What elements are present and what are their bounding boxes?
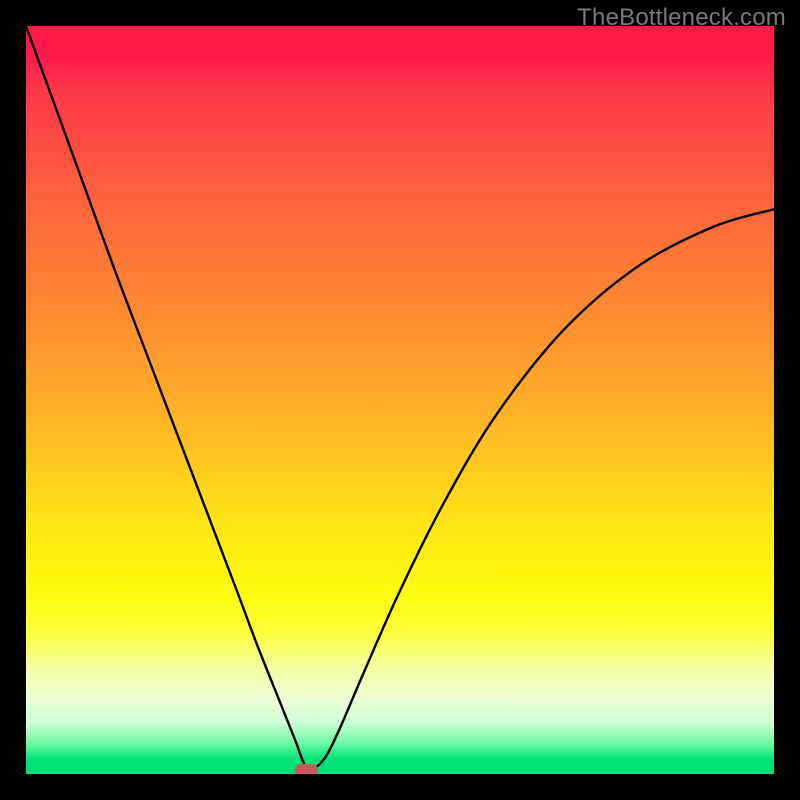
plot-area [26,26,774,774]
minimum-marker [295,764,319,774]
watermark-text: TheBottleneck.com [577,4,786,32]
chart-frame: TheBottleneck.com [0,0,800,800]
background-gradient [26,26,774,774]
